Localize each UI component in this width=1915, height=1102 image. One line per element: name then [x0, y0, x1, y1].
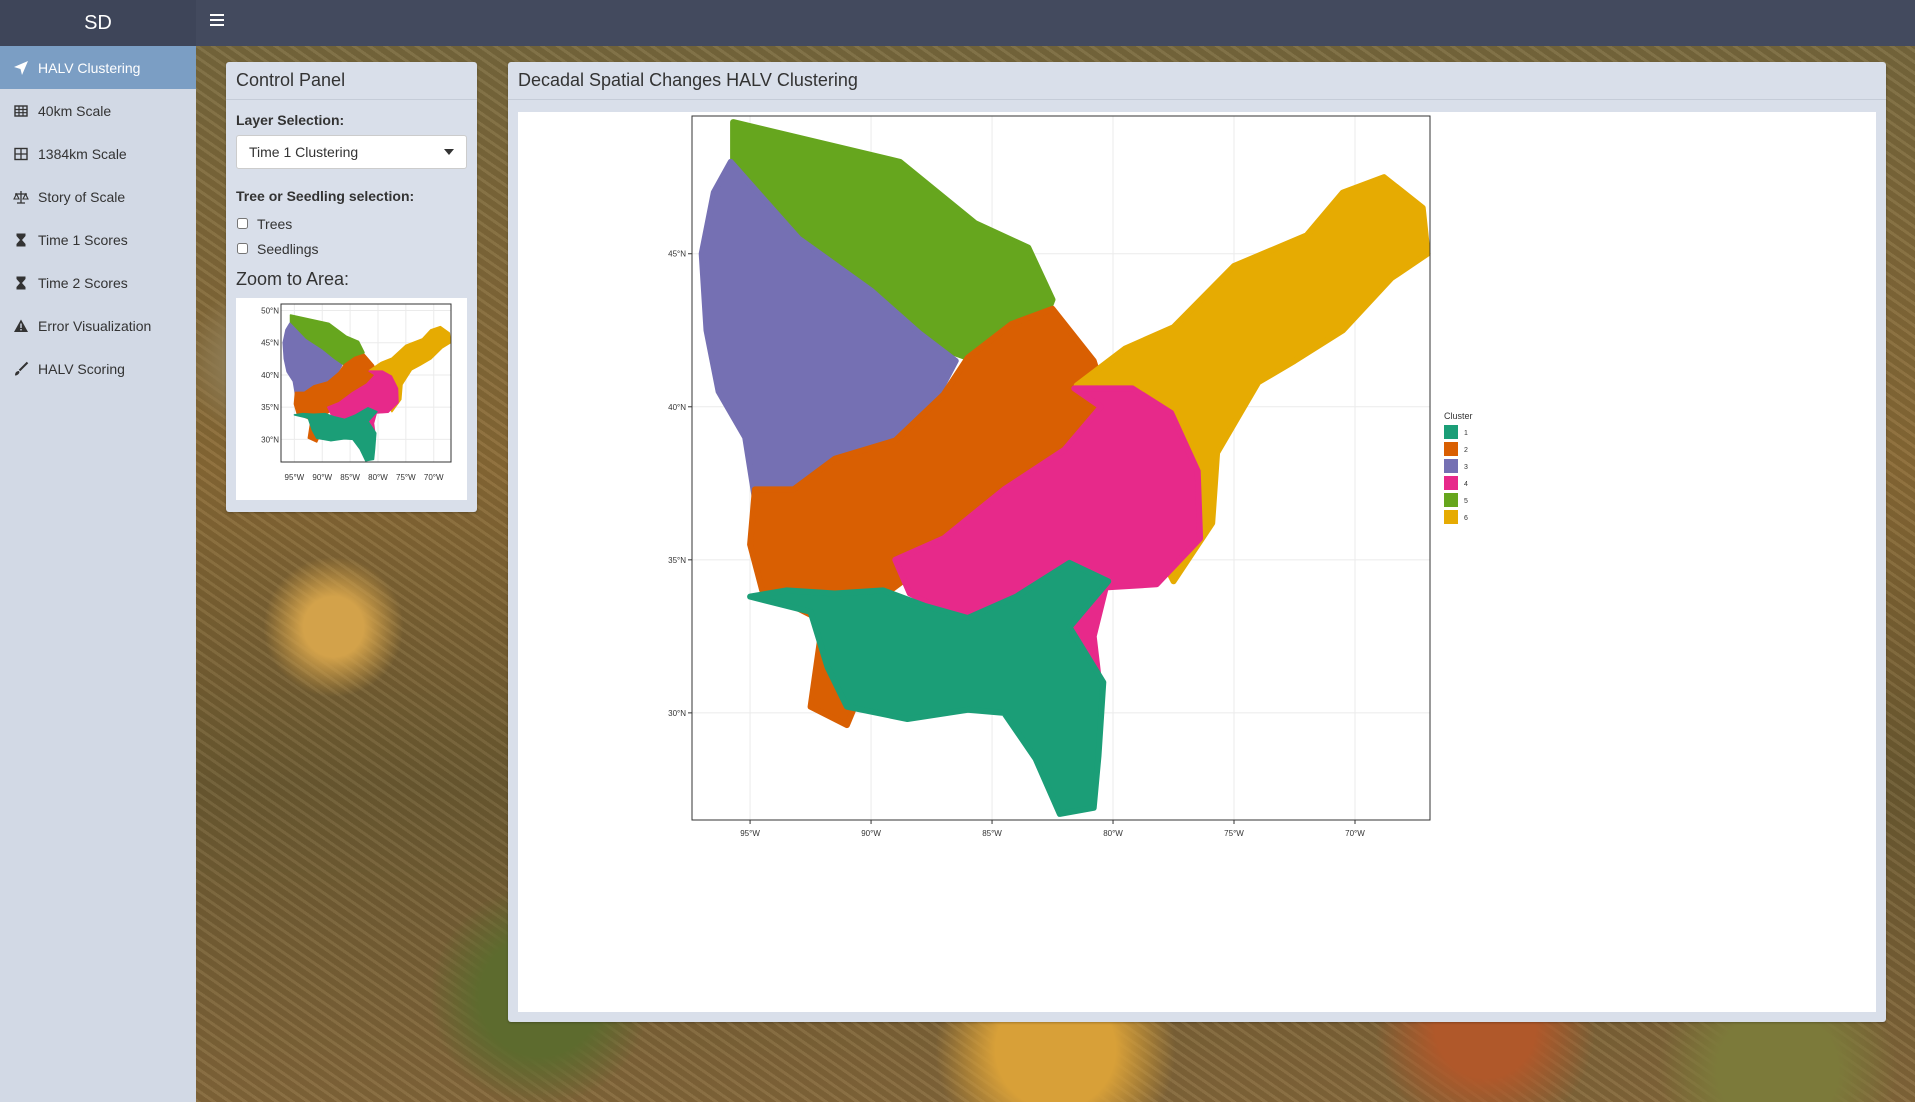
sidebar-item-time-1-scores[interactable]: Time 1 Scores [0, 218, 196, 261]
y-tick-label: 35°N [668, 556, 686, 565]
seedlings-option[interactable]: Seedlings [236, 236, 467, 261]
layer-selection-label: Layer Selection: [236, 112, 345, 128]
legend-label: 3 [1464, 464, 1468, 471]
hamburger-menu-icon[interactable] [210, 12, 224, 26]
sidebar-item-1384km-scale[interactable]: 1384km Scale [0, 132, 196, 175]
minimap-y-tick-label: 30°N [261, 435, 279, 444]
sidebar-menu: HALV Clustering 40km Scale 1384km Scale … [0, 46, 196, 390]
legend-key-3 [1444, 459, 1458, 473]
trees-checkbox[interactable] [237, 218, 248, 229]
x-tick-label: 85°W [982, 829, 1002, 838]
main-panel: Decadal Spatial Changes HALV Clustering … [508, 62, 1886, 1022]
plot-area: 95°W 90°W 85°W 80°W 75°W 70°W 30°N 35°N 40°N 45°N… [518, 112, 1876, 1012]
sidebar-item-label: 40km Scale [38, 102, 112, 119]
minimap-x-tick-label: 80°W [368, 473, 388, 482]
legend-label: 1 [1464, 430, 1468, 437]
caret-down-icon [444, 149, 454, 155]
sidebar-item-story-of-scale[interactable]: Story of Scale [0, 175, 196, 218]
zoom-to-area-label: Zoom to Area: [236, 269, 350, 289]
hourglass-icon [16, 276, 26, 289]
sidebar-item-label: Time 1 Scores [38, 231, 128, 248]
minimap-x-tick-label: 95°W [285, 473, 305, 482]
seedlings-label: Seedlings [257, 240, 319, 257]
minimap-x-tick-label: 90°W [312, 473, 332, 482]
x-tick-label: 95°W [740, 829, 760, 838]
x-tick-label: 70°W [1345, 829, 1365, 838]
y-tick-label: 45°N [668, 250, 686, 259]
minimap-y-tick-label: 45°N [261, 339, 279, 348]
legend-key-4 [1444, 476, 1458, 490]
trees-option[interactable]: Trees [236, 211, 467, 236]
x-tick-label: 90°W [861, 829, 881, 838]
control-panel: Control Panel Layer Selection: Time 1 Cl… [226, 62, 477, 512]
minimap-y-tick-label: 50°N [261, 306, 279, 315]
control-panel-title: Control Panel [226, 62, 477, 100]
y-tick-label: 40°N [668, 403, 686, 412]
sidebar-item-error-visualization[interactable]: Error Visualization [0, 304, 196, 347]
warning-icon [14, 319, 28, 332]
minimap-plot[interactable]: 50°N 45°N 40°N 35°N 30°N 95°W 90°W 85°W 80°W 75°W… [236, 298, 467, 500]
layer-select-value: Time 1 Clustering [249, 144, 359, 160]
balance-scale-icon [13, 190, 29, 204]
grid-icon [14, 147, 28, 160]
minimap-y-tick-label: 40°N [261, 371, 279, 380]
legend-key-5 [1444, 493, 1458, 507]
y-tick-label: 30°N [668, 709, 686, 718]
seedlings-checkbox[interactable] [237, 243, 248, 254]
hourglass-icon [16, 233, 26, 246]
sidebar-item-40km-scale[interactable]: 40km Scale [0, 89, 196, 132]
zoom-minimap[interactable]: 50°N 45°N 40°N 35°N 30°N 95°W 90°W 85°W 80°W 75°W… [236, 298, 467, 500]
minimap-x-tick-label: 75°W [396, 473, 416, 482]
legend-key-6 [1444, 510, 1458, 524]
cluster-map-chart: 95°W 90°W 85°W 80°W 75°W 70°W 30°N 35°N 40°N 45°N… [668, 115, 1473, 838]
sidebar-item-halv-clustering[interactable]: HALV Clustering [0, 46, 196, 89]
sidebar-item-time-2-scores[interactable]: Time 2 Scores [0, 261, 196, 304]
x-tick-label: 75°W [1224, 829, 1244, 838]
main-panel-title: Decadal Spatial Changes HALV Clustering [508, 62, 1886, 100]
legend-label: 6 [1464, 515, 1468, 522]
legend-label: 4 [1464, 481, 1468, 488]
sidebar-item-label: HALV Clustering [38, 59, 141, 76]
sidebar-item-label: 1384km Scale [38, 145, 127, 162]
minimap-y-tick-label: 35°N [261, 403, 279, 412]
minimap-x-tick-label: 70°W [424, 473, 444, 482]
top-navbar [196, 0, 1915, 46]
sidebar-item-label: Time 2 Scores [38, 274, 128, 291]
legend-key-1 [1444, 425, 1458, 439]
table-icon [14, 104, 28, 117]
sidebar-item-label: Story of Scale [38, 188, 126, 205]
brush-icon [15, 361, 29, 375]
sidebar-item-halv-scoring[interactable]: HALV Scoring [0, 347, 196, 390]
x-tick-label: 80°W [1103, 829, 1123, 838]
sidebar-item-label: Error Visualization [38, 317, 152, 334]
legend-label: 2 [1464, 447, 1468, 454]
minimap-x-tick-label: 85°W [340, 473, 360, 482]
legend-label: 5 [1464, 498, 1468, 505]
trees-label: Trees [257, 215, 293, 232]
layer-select-dropdown[interactable]: Time 1 Clustering [236, 135, 467, 169]
brand-logo[interactable]: SD [0, 0, 196, 46]
legend-title: Cluster [1444, 411, 1473, 421]
sidebar-item-label: HALV Scoring [38, 360, 125, 377]
tree-seedling-label: Tree or Seedling selection: [236, 188, 415, 204]
legend-key-2 [1444, 442, 1458, 456]
sidebar: SD HALV Clustering 40km Scale 1384km Sca… [0, 0, 196, 1102]
paper-plane-icon [14, 60, 28, 75]
